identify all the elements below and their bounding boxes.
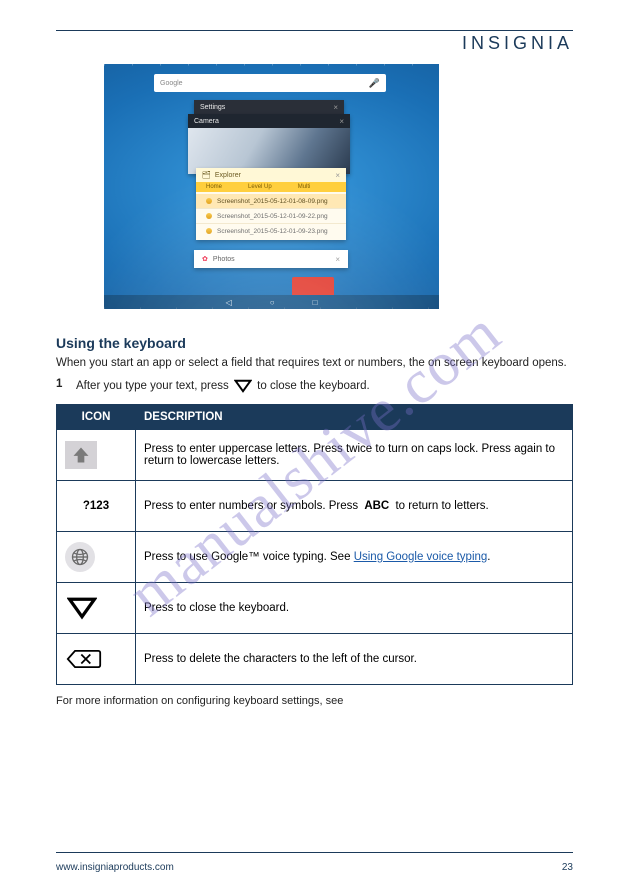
search-placeholder: Google xyxy=(160,80,183,87)
close-icon: × xyxy=(335,255,340,264)
explorer-tab: Multi xyxy=(298,184,311,190)
android-navbar: ◁ ○ □ xyxy=(104,295,439,309)
explorer-tabs: Home Level Up Multi xyxy=(196,182,346,192)
table-row: Press to enter uppercase letters. Press … xyxy=(57,429,573,480)
section-heading: Using the keyboard xyxy=(56,335,573,351)
explorer-row: Screenshot_2015-05-12-01-08-09.png xyxy=(196,194,346,208)
window-photos-title: Photos xyxy=(213,256,235,263)
mic-icon: 🎤 xyxy=(369,78,380,89)
background-app-peek xyxy=(292,277,334,295)
folder-icon: 🗂 xyxy=(202,171,211,179)
window-explorer-title: Explorer xyxy=(215,172,241,179)
table-row: ?123 Press to enter numbers or symbols. … xyxy=(57,480,573,531)
top-rule xyxy=(56,30,573,31)
table-cell-desc: Press to enter numbers or symbols. Press… xyxy=(136,480,573,531)
shift-icon xyxy=(65,441,97,469)
globe-icon xyxy=(65,542,95,572)
explorer-row: Screenshot_2015-05-12-01-09-22.png xyxy=(196,208,346,223)
table-row: Press to close the keyboard. xyxy=(57,582,573,633)
brand-logo: INSIGNIA xyxy=(56,33,573,54)
nav-recent-icon: □ xyxy=(313,298,318,307)
explorer-tab: Home xyxy=(206,184,222,190)
explorer-row: Screenshot_2015-05-12-01-09-23.png xyxy=(196,223,346,238)
close-icon: × xyxy=(335,171,340,180)
table-row: Press to use Google™ voice typing. See U… xyxy=(57,531,573,582)
window-explorer: 🗂 Explorer × Home Level Up Multi Screens… xyxy=(196,168,346,240)
window-camera-title: Camera xyxy=(194,118,219,125)
intro-paragraph: When you start an app or select a field … xyxy=(56,355,573,372)
window-settings-title: Settings xyxy=(200,104,225,111)
page-number: 23 xyxy=(562,862,573,873)
footer-url: www.insigniaproducts.com xyxy=(56,862,174,873)
step-number: 1 xyxy=(56,378,68,394)
step-tail: to close the keyboard. xyxy=(257,380,370,392)
keyboard-icon-table: ICON DESCRIPTION Press to enter uppercas… xyxy=(56,404,573,685)
table-header-icon: ICON xyxy=(57,404,136,429)
step-text: After you type your text, press xyxy=(76,380,229,392)
backspace-icon xyxy=(65,648,103,670)
voice-typing-link[interactable]: Using Google voice typing xyxy=(354,551,488,563)
hide-keyboard-icon xyxy=(65,594,99,622)
more-info-text: For more information on configuring keyb… xyxy=(56,695,573,707)
nav-back-icon: ◁ xyxy=(226,298,232,307)
window-photos: ✿ Photos × xyxy=(194,250,348,268)
window-camera: Camera × xyxy=(188,114,350,174)
table-row: Press to delete the characters to the le… xyxy=(57,633,573,684)
table-cell-desc: Press to enter uppercase letters. Press … xyxy=(136,429,573,480)
numbers-key-label: ?123 xyxy=(83,500,109,512)
table-header-desc: DESCRIPTION xyxy=(136,404,573,429)
table-cell-desc: Press to close the keyboard. xyxy=(136,582,573,633)
google-search-bar: Google 🎤 xyxy=(154,74,386,92)
close-icon: × xyxy=(333,103,338,112)
bottom-rule xyxy=(56,852,573,853)
table-cell-desc: Press to delete the characters to the le… xyxy=(136,633,573,684)
hide-keyboard-icon xyxy=(232,378,254,394)
explorer-tab: Level Up xyxy=(248,184,272,190)
pinwheel-icon: ✿ xyxy=(202,255,208,263)
table-cell-desc: Press to use Google™ voice typing. See U… xyxy=(136,531,573,582)
nav-home-icon: ○ xyxy=(270,298,275,307)
tablet-screenshot: Google 🎤 Settings × Camera × 🗂 Explorer … xyxy=(104,64,439,309)
step-1: 1 After you type your text, press to clo… xyxy=(56,378,573,394)
close-icon: × xyxy=(339,117,344,126)
window-settings: Settings × xyxy=(194,100,344,114)
